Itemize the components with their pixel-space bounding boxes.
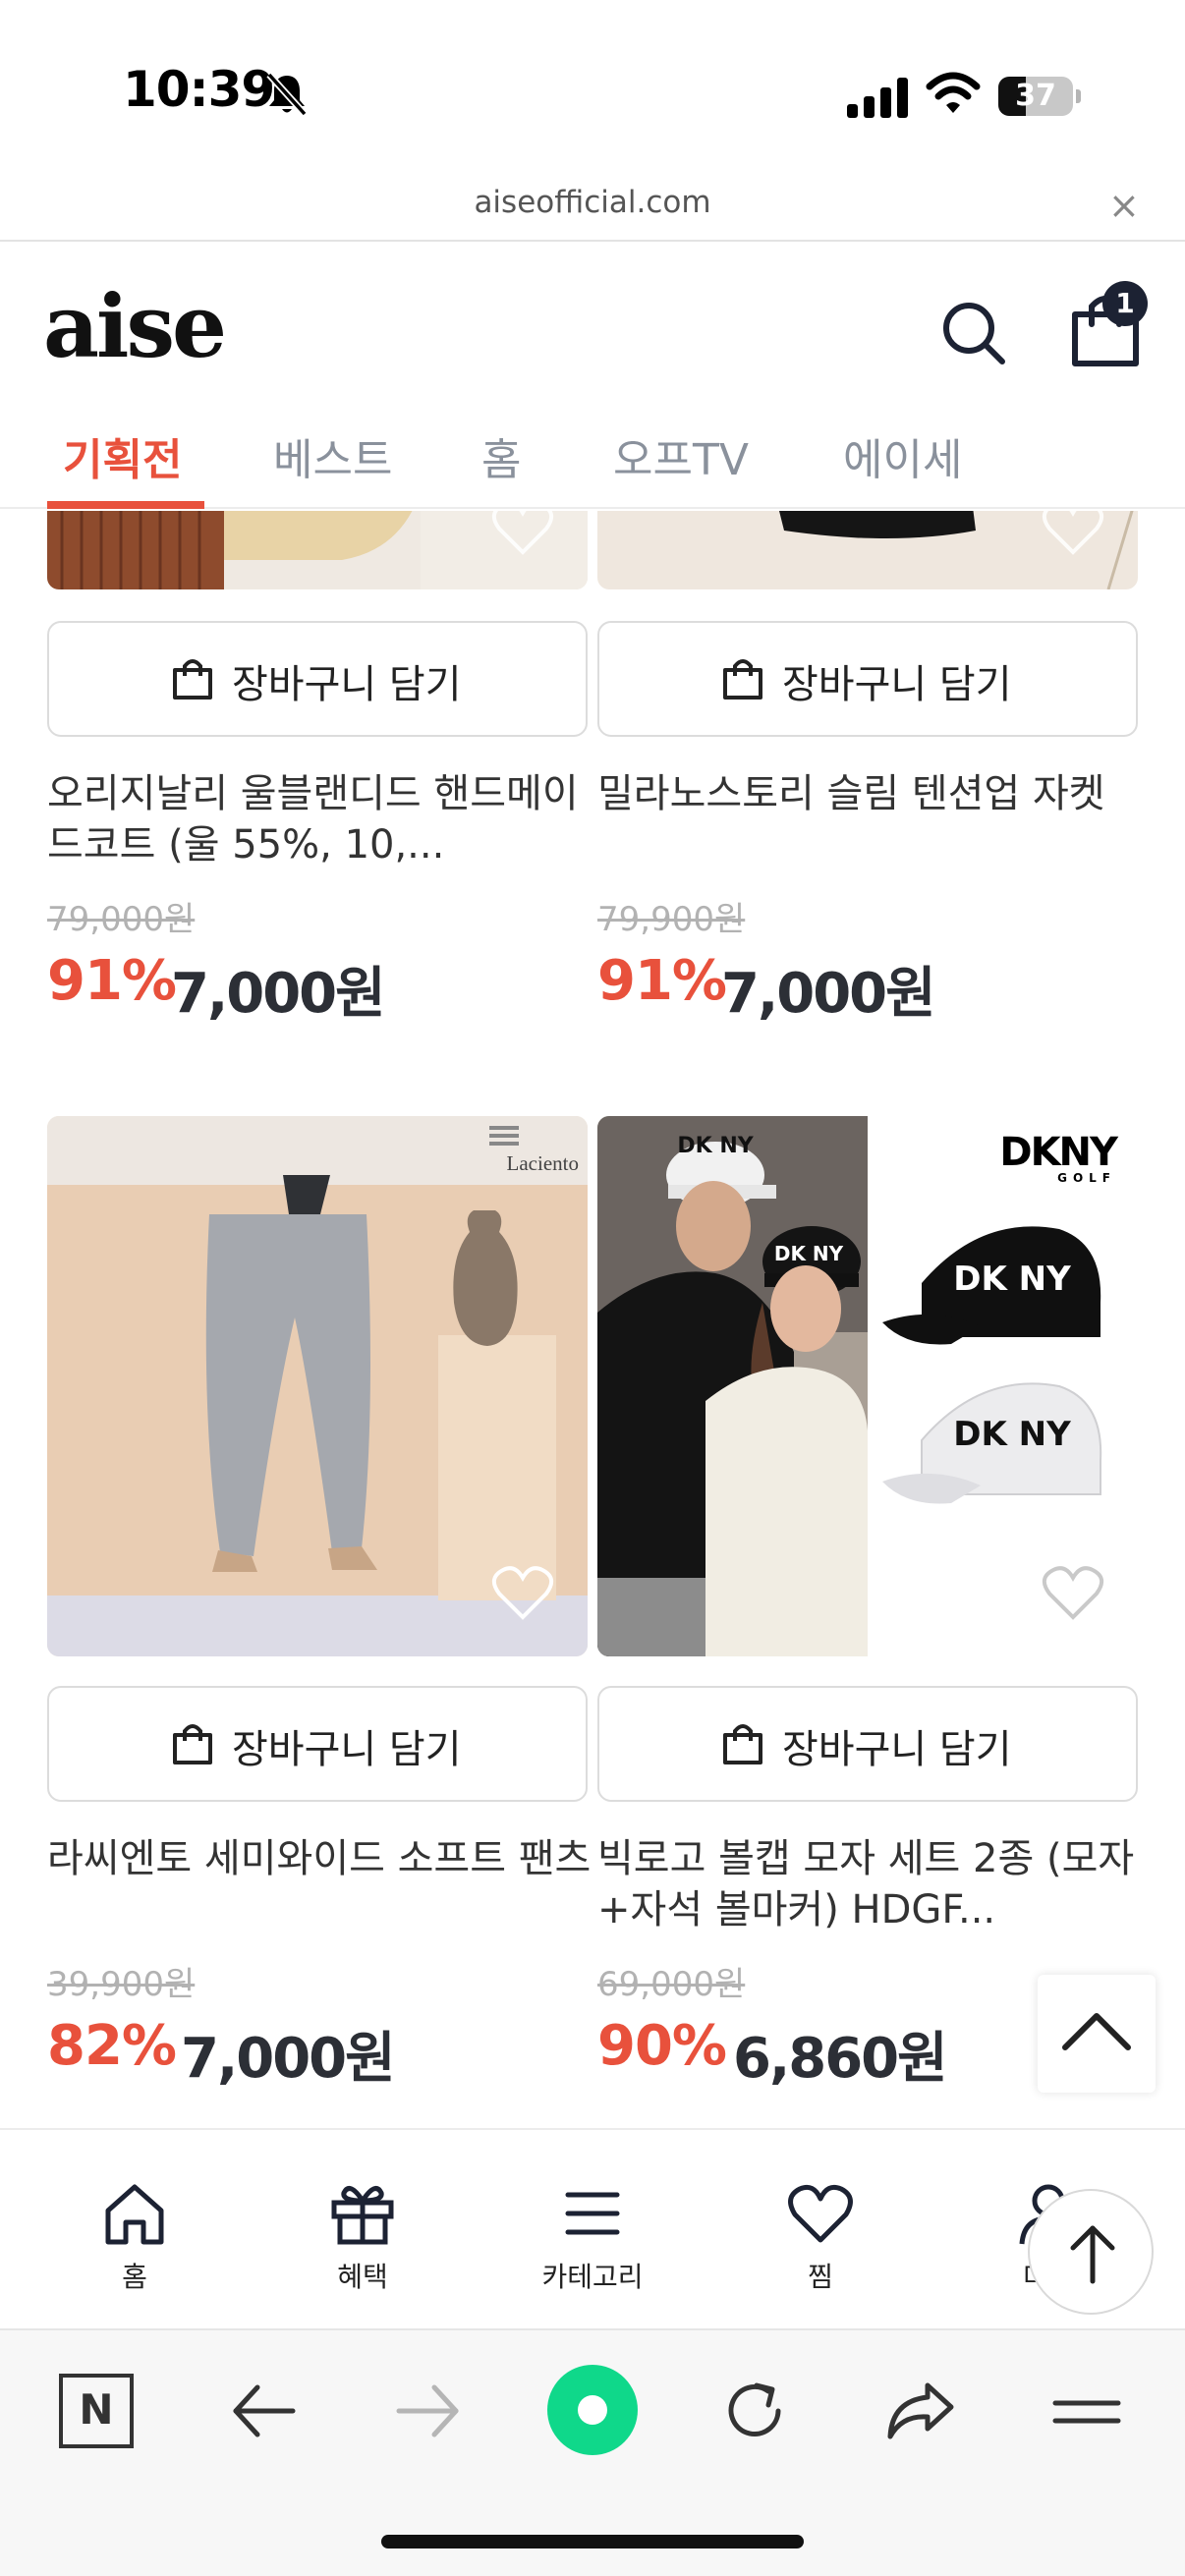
original-price: 39,900원 bbox=[47, 1965, 196, 2004]
tab-special[interactable]: 기획전 bbox=[63, 424, 182, 487]
nav-benefits[interactable]: 혜택 bbox=[289, 2179, 436, 2307]
nav-label: 홈 bbox=[122, 2261, 147, 2293]
product-name[interactable]: 오리지날리 울블랜디드 핸드메이드코트 (울 55%, 10,... bbox=[47, 768, 597, 870]
sale-price: 6,860원 bbox=[733, 2027, 948, 2091]
status-time: 10:39 bbox=[123, 61, 275, 118]
discount-rate: 82% bbox=[47, 2014, 177, 2078]
nav-wishlist[interactable]: 찜 bbox=[747, 2179, 894, 2307]
wishlist-heart-icon[interactable] bbox=[491, 511, 554, 556]
shopping-bag-icon bbox=[723, 659, 762, 700]
add-to-cart-label: 장바구니 담기 bbox=[232, 662, 462, 707]
tab-best[interactable]: 베스트 bbox=[273, 424, 392, 487]
chevron-up-icon bbox=[1062, 2013, 1131, 2050]
green-dot-icon[interactable] bbox=[546, 2364, 639, 2456]
shopping-bag-icon bbox=[723, 1724, 762, 1764]
category-tabs: 기획전 베스트 홈 오프TV 에이세 bbox=[0, 411, 1185, 509]
active-tab-indicator bbox=[47, 501, 204, 509]
wishlist-heart-icon[interactable] bbox=[1042, 511, 1104, 556]
add-to-cart-label: 장바구니 담기 bbox=[782, 1727, 1012, 1772]
naver-home-button[interactable]: N bbox=[59, 2374, 134, 2448]
home-icon bbox=[105, 2184, 164, 2245]
nav-label: 카테고리 bbox=[541, 2261, 644, 2293]
nav-category[interactable]: 카테고리 bbox=[519, 2179, 666, 2307]
search-icon[interactable] bbox=[939, 299, 1008, 367]
add-to-cart-button[interactable]: 장바구니 담기 bbox=[597, 1686, 1138, 1802]
heart-icon bbox=[788, 2184, 853, 2243]
cap-logo: DK NY bbox=[953, 1260, 1071, 1299]
cap-logo: DK NY bbox=[773, 1242, 844, 1265]
cart-count-badge: 1 bbox=[1102, 281, 1148, 326]
cellular-signal-icon bbox=[847, 78, 908, 118]
status-bar: 10:39 37 bbox=[0, 0, 1185, 177]
tab-aise[interactable]: 에이세 bbox=[843, 424, 962, 487]
add-to-cart-button[interactable]: 장바구니 담기 bbox=[47, 1686, 588, 1802]
add-to-cart-button[interactable]: 장바구니 담기 bbox=[597, 621, 1138, 737]
original-price: 79,000원 bbox=[47, 900, 196, 939]
original-price: 79,900원 bbox=[597, 900, 746, 939]
forward-arrow-icon[interactable] bbox=[391, 2374, 466, 2448]
cap-logo: DK NY bbox=[677, 1134, 754, 1158]
bell-off-icon bbox=[266, 72, 308, 117]
original-price: 69,000원 bbox=[597, 1965, 746, 2004]
gift-icon bbox=[331, 2186, 394, 2245]
product-name[interactable]: 라씨엔토 세미와이드 소프트 팬츠 bbox=[47, 1833, 597, 1884]
cap-logo: DK NY bbox=[953, 1415, 1071, 1454]
browser-url-bar[interactable]: aiseofficial.com × bbox=[0, 177, 1185, 242]
bottom-navigation: 홈 혜택 카테고리 찜 마이 bbox=[0, 2128, 1185, 2326]
menu-icon[interactable] bbox=[1049, 2374, 1124, 2448]
brand-label: Laciento bbox=[506, 1151, 579, 1175]
menu-icon bbox=[565, 2192, 620, 2235]
nav-label: 혜택 bbox=[337, 2261, 388, 2293]
url-domain[interactable]: aiseofficial.com bbox=[0, 185, 1185, 220]
add-to-cart-label: 장바구니 담기 bbox=[232, 1727, 462, 1772]
site-logo[interactable]: aise bbox=[43, 283, 227, 369]
wishlist-heart-icon[interactable] bbox=[1042, 1564, 1104, 1621]
battery-percent: 37 bbox=[1015, 79, 1056, 113]
nav-home[interactable]: 홈 bbox=[61, 2179, 208, 2307]
shopping-bag-icon bbox=[173, 1724, 212, 1764]
site-header: aise 1 기획전 베스트 홈 오프TV 에이세 bbox=[0, 244, 1185, 509]
product-name[interactable]: 빅로고 볼캡 모자 세트 2종 (모자+자석 볼마커) HDGF... bbox=[597, 1833, 1148, 1935]
discount-rate: 90% bbox=[597, 2014, 727, 2078]
shopping-bag-icon bbox=[173, 659, 212, 700]
scroll-top-button[interactable] bbox=[1038, 1975, 1156, 2093]
tab-off-tv[interactable]: 오프TV bbox=[613, 424, 749, 487]
sale-price: 7,000원 bbox=[171, 962, 386, 1026]
product-name[interactable]: 밀라노스토리 슬림 텐션업 자켓 bbox=[597, 768, 1148, 819]
product-grid: 장바구니 담기 장바구니 담기 오리지날리 울블랜디드 핸드메이드코트 (울 5… bbox=[0, 511, 1185, 2126]
sale-price: 7,000원 bbox=[721, 962, 936, 1026]
refresh-icon[interactable] bbox=[717, 2374, 792, 2448]
home-indicator bbox=[381, 2535, 804, 2548]
floating-scroll-up-button[interactable] bbox=[1028, 2189, 1154, 2315]
wifi-icon bbox=[926, 72, 981, 113]
back-arrow-icon[interactable] bbox=[226, 2374, 301, 2448]
tab-home[interactable]: 홈 bbox=[481, 424, 521, 487]
discount-rate: 91% bbox=[597, 949, 727, 1013]
discount-rate: 91% bbox=[47, 949, 177, 1013]
close-icon[interactable]: × bbox=[1108, 187, 1140, 224]
brand-logo-sub: GOLF bbox=[1057, 1171, 1116, 1185]
share-icon[interactable] bbox=[882, 2374, 957, 2448]
nav-label: 찜 bbox=[808, 2261, 833, 2293]
sale-price: 7,000원 bbox=[181, 2027, 396, 2091]
add-to-cart-label: 장바구니 담기 bbox=[782, 662, 1012, 707]
wishlist-heart-icon[interactable] bbox=[491, 1564, 554, 1621]
arrow-up-icon bbox=[1070, 2225, 1115, 2284]
add-to-cart-button[interactable]: 장바구니 담기 bbox=[47, 621, 588, 737]
battery-icon: 37 bbox=[998, 77, 1081, 116]
